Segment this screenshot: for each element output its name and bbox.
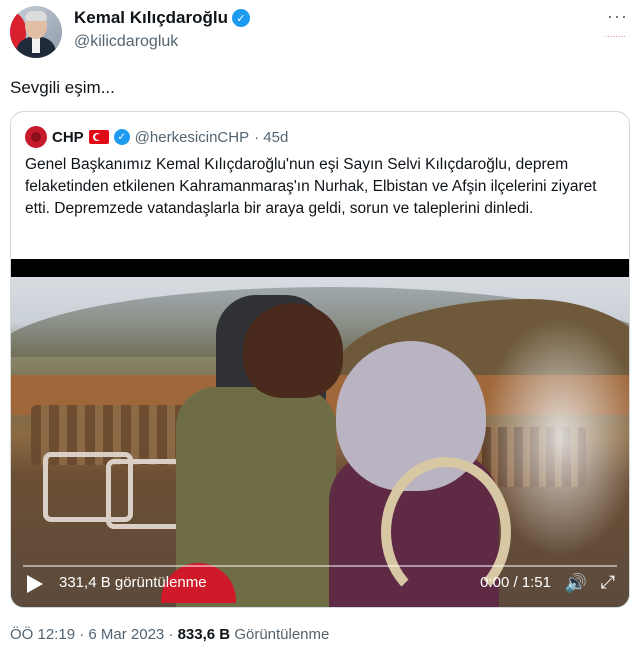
video-player[interactable]: 331,4 B görüntülenme 0:00 / 1:51 🔊 ⤢ (11, 259, 629, 607)
quoted-tweet-header: CHP ✓ @herkesicinCHP · 45d (25, 126, 288, 148)
volume-icon[interactable]: 🔊 (565, 573, 587, 594)
quoted-author-handle[interactable]: @herkesicinCHP (135, 129, 249, 146)
author-name-row[interactable]: Kemal Kılıçdaroğlu ✓ (74, 8, 250, 28)
verified-badge-icon: ✓ (231, 9, 250, 27)
quoted-author-avatar[interactable] (25, 126, 47, 148)
tweet-header: Kemal Kılıçdaroğlu ✓ @kilicdarogluk ··· … (10, 6, 630, 62)
tweet-views-count: 833,6 B (177, 626, 231, 643)
play-icon[interactable] (27, 575, 43, 593)
tweet-views-label: Görüntülenme (234, 626, 330, 643)
quoted-author-name[interactable]: CHP (52, 129, 84, 146)
tweet-meta: ÖÖ 12:19 · 6 Mar 2023 · 833,6 B Görüntül… (10, 626, 329, 643)
fullscreen-icon[interactable]: ⤢ (601, 572, 615, 593)
corner-mark: ········ (604, 32, 626, 41)
video-progress-bar[interactable] (23, 565, 617, 567)
more-options-icon[interactable]: ··· (607, 6, 628, 27)
video-view-count: 331,4 B görüntülenme (59, 574, 207, 591)
quoted-tweet-age: · 45d (254, 128, 289, 146)
video-controls: 331,4 B görüntülenme 0:00 / 1:51 🔊 ⤢ (11, 559, 629, 607)
quoted-tweet-text: Genel Başkanımız Kemal Kılıçdaroğlu'nun … (25, 156, 597, 217)
turkey-flag-icon (88, 130, 109, 144)
author-handle[interactable]: @kilicdarogluk (74, 33, 178, 51)
video-frame (11, 277, 629, 607)
tweet-text: Sevgili eşim... (10, 78, 115, 97)
author-name[interactable]: Kemal Kılıçdaroğlu (74, 8, 228, 28)
tweet-timestamp[interactable]: ÖÖ 12:19 · 6 Mar 2023 · (10, 626, 173, 643)
author-avatar[interactable] (10, 6, 62, 58)
quoted-verified-badge-icon: ✓ (113, 129, 130, 145)
video-time: 0:00 / 1:51 (480, 574, 551, 591)
quoted-tweet[interactable]: CHP ✓ @herkesicinCHP · 45d Genel Başkanı… (10, 111, 630, 608)
